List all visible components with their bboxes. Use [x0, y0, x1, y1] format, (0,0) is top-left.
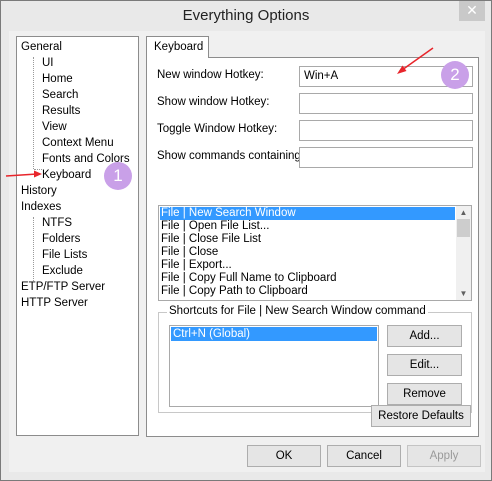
- command-list[interactable]: File | New Search Window File | Open Fil…: [158, 205, 472, 301]
- show-commands-filter-input[interactable]: [299, 147, 473, 168]
- remove-shortcut-button[interactable]: Remove: [387, 383, 462, 405]
- command-item[interactable]: File | Open File List...: [161, 220, 269, 233]
- restore-defaults-button[interactable]: Restore Defaults: [371, 405, 471, 427]
- dialog-body: General UI Home Search Results View Cont…: [9, 31, 485, 472]
- command-item[interactable]: File | New Search Window: [160, 207, 455, 220]
- options-tree[interactable]: General UI Home Search Results View Cont…: [16, 36, 139, 436]
- tree-item-ntfs[interactable]: NTFS: [42, 215, 72, 231]
- scroll-up-icon[interactable]: ▲: [456, 206, 471, 219]
- tree-item-ftp-server[interactable]: ETP/FTP Server: [21, 279, 105, 295]
- command-item[interactable]: File | Close File List: [161, 233, 261, 246]
- edit-shortcut-button[interactable]: Edit...: [387, 354, 462, 376]
- shortcuts-group: Shortcuts for File | New Search Window c…: [158, 305, 472, 413]
- keyboard-panel: New window Hotkey: Win+A Show window Hot…: [146, 57, 479, 437]
- command-list-scrollbar[interactable]: ▲ ▼: [456, 206, 471, 300]
- new-window-hotkey-label: New window Hotkey:: [157, 69, 264, 81]
- command-item[interactable]: File | Copy Full Name to Clipboard: [161, 272, 337, 285]
- shortcut-list[interactable]: Ctrl+N (Global): [169, 325, 379, 407]
- toggle-window-hotkey-field[interactable]: [299, 120, 473, 141]
- command-item[interactable]: File | Copy Path to Clipboard: [161, 285, 308, 298]
- tree-item-indexes[interactable]: Indexes: [21, 199, 61, 215]
- toggle-window-hotkey-label: Toggle Window Hotkey:: [157, 123, 278, 135]
- tree-connector: [33, 217, 34, 281]
- shortcut-item[interactable]: Ctrl+N (Global): [171, 327, 377, 341]
- tree-item-context-menu[interactable]: Context Menu: [42, 135, 114, 151]
- tree-connector: [34, 169, 42, 170]
- ok-button[interactable]: OK: [247, 445, 321, 467]
- tree-item-home[interactable]: Home: [42, 71, 73, 87]
- tree-item-keyboard[interactable]: Keyboard: [42, 167, 91, 183]
- annotation-badge-2: 2: [441, 61, 469, 89]
- add-shortcut-button[interactable]: Add...: [387, 325, 462, 347]
- tree-connector: [33, 57, 34, 169]
- title-bar: Everything Options ✕: [1, 1, 491, 31]
- window-title: Everything Options: [182, 7, 310, 24]
- cancel-button[interactable]: Cancel: [327, 445, 401, 467]
- command-item[interactable]: File | Close: [161, 246, 218, 259]
- close-icon[interactable]: ✕: [459, 1, 485, 21]
- tree-item-folders[interactable]: Folders: [42, 231, 80, 247]
- annotation-badge-1: 1: [104, 162, 132, 190]
- tree-item-file-lists[interactable]: File Lists: [42, 247, 87, 263]
- tree-item-ui[interactable]: UI: [42, 55, 54, 71]
- tree-item-general[interactable]: General: [21, 39, 62, 55]
- scrollbar-thumb[interactable]: [457, 219, 470, 237]
- tree-item-exclude[interactable]: Exclude: [42, 263, 83, 279]
- tree-item-http-server[interactable]: HTTP Server: [21, 295, 88, 311]
- tree-item-search[interactable]: Search: [42, 87, 78, 103]
- show-window-hotkey-field[interactable]: [299, 93, 473, 114]
- tree-item-results[interactable]: Results: [42, 103, 80, 119]
- options-window: Everything Options ✕ General UI Home Sea…: [0, 0, 492, 481]
- tree-item-history[interactable]: History: [21, 183, 57, 199]
- scroll-down-icon[interactable]: ▼: [456, 287, 471, 300]
- tree-item-view[interactable]: View: [42, 119, 67, 135]
- tab-keyboard[interactable]: Keyboard: [146, 36, 209, 58]
- show-commands-label: Show commands containing:: [157, 150, 305, 162]
- apply-button[interactable]: Apply: [407, 445, 481, 467]
- command-item[interactable]: File | Export...: [161, 259, 232, 272]
- shortcuts-group-title: Shortcuts for File | New Search Window c…: [167, 305, 428, 317]
- show-window-hotkey-label: Show window Hotkey:: [157, 96, 270, 108]
